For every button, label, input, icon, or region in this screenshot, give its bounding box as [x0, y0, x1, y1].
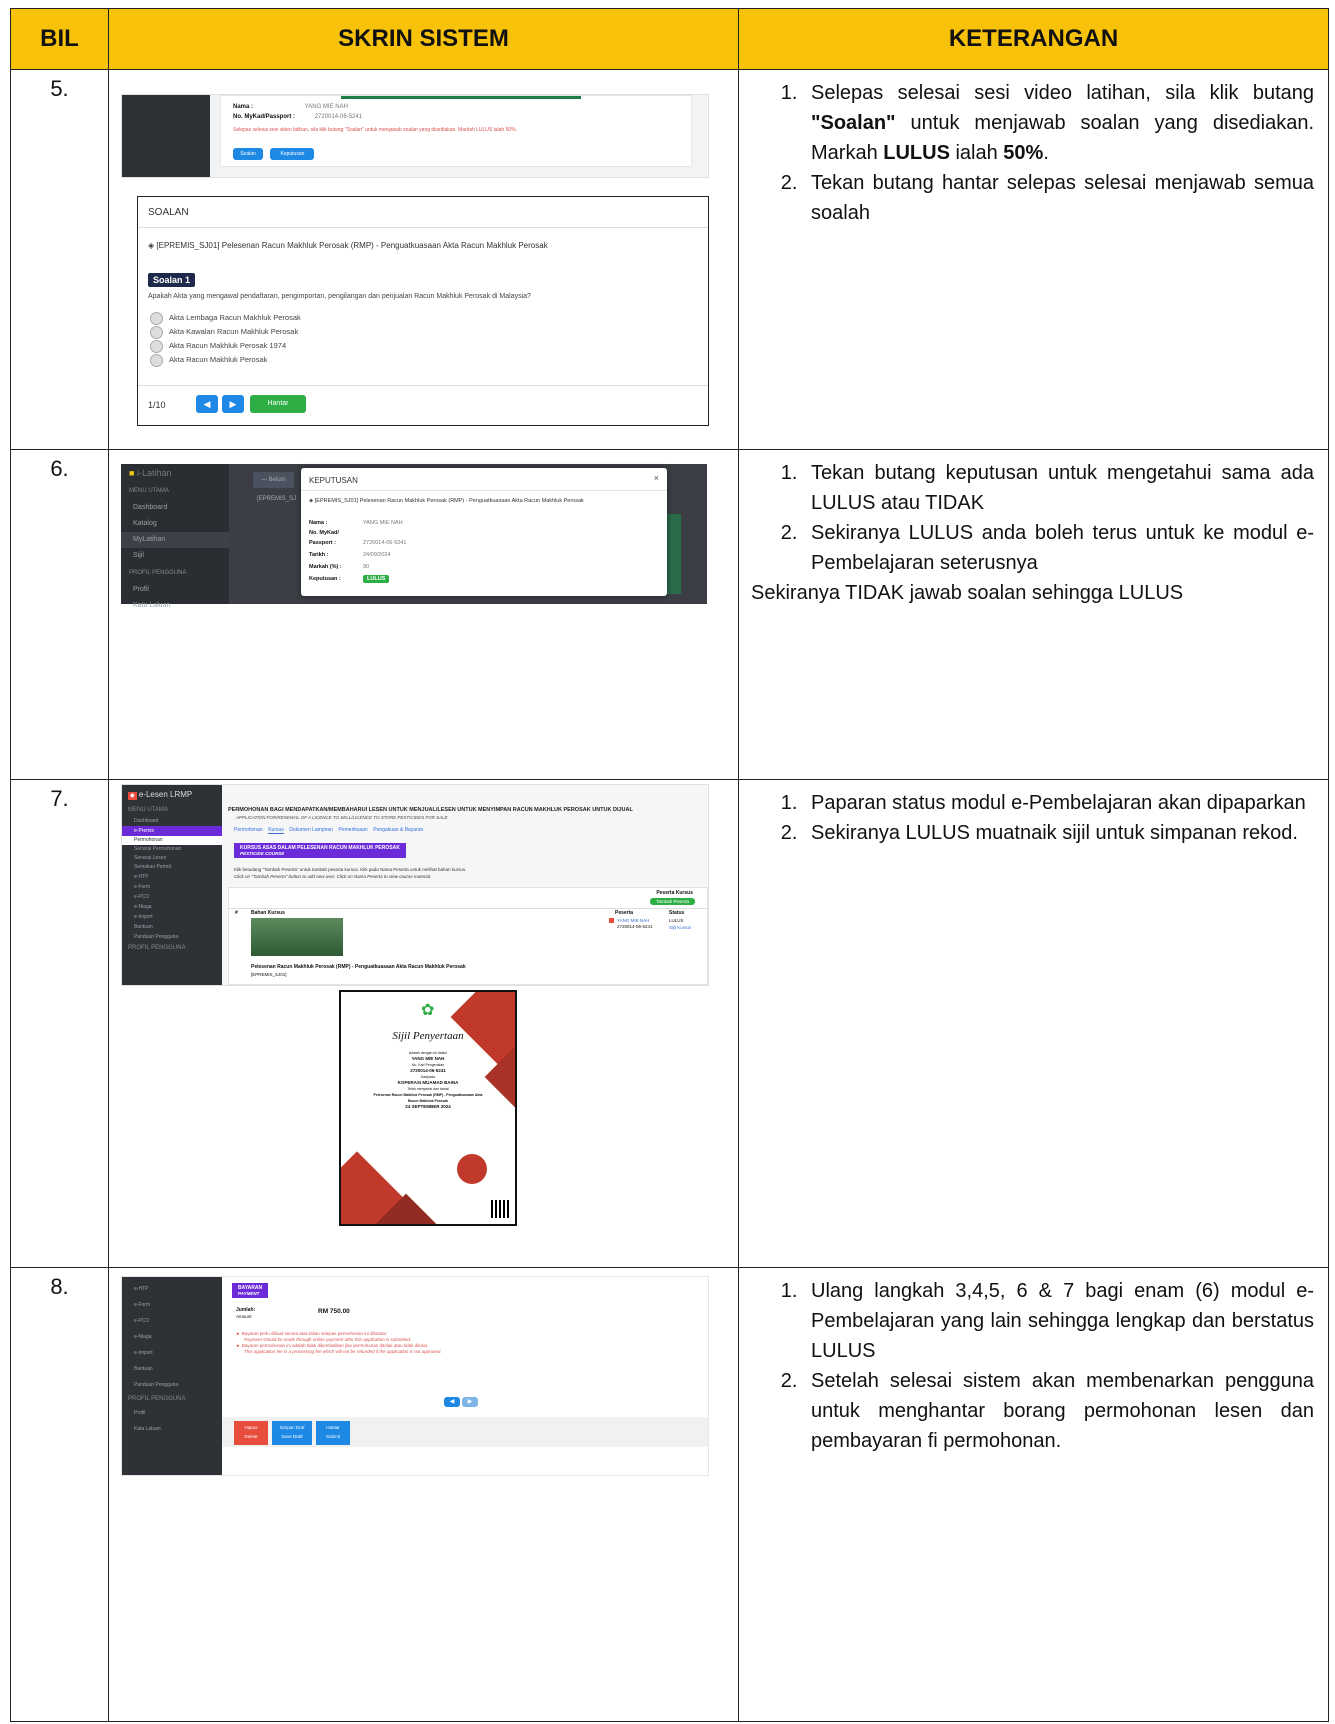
tab-pengakuan[interactable]: Pengakuan & Bayaran	[373, 827, 423, 833]
logo-icon: ■	[129, 468, 135, 478]
certificate-image: ✿ Sijil Penyertaan Adalah dengan ini dia…	[339, 990, 517, 1226]
menu-item[interactable]: Profil	[121, 582, 229, 598]
course-thumbnail[interactable]	[251, 918, 343, 956]
row-6: 6. ■ i-Latihan MENU UTAMA Dashboard Kata…	[10, 449, 1329, 780]
delete-icon[interactable]	[609, 918, 614, 923]
option-radio[interactable]: Akta Racun Makhluk Perosak	[150, 353, 301, 367]
simpan-draf-button[interactable]: Simpan Draf Save Draft	[272, 1421, 312, 1445]
procedure-table: BIL SKRIN SISTEM KETERANGAN 5. Nama : YA…	[10, 8, 1329, 1722]
tag-icon: ◈	[148, 241, 155, 250]
status-badge: LULUS	[363, 575, 390, 583]
step-item: Tekan butang keputusan untuk mengetahui …	[803, 458, 1314, 518]
prev-button[interactable]: ◀	[196, 395, 218, 413]
modal-title: KEPUTUSAN	[309, 476, 358, 485]
step-item: Paparan status modul e-Pembelajaran akan…	[803, 788, 1314, 818]
hantar-button[interactable]: Hantar	[250, 395, 306, 413]
bil-cell: 5.	[10, 69, 109, 450]
keputusan-button[interactable]: Keputusan	[270, 148, 315, 160]
tab-permohonan[interactable]: Permohonan	[234, 827, 263, 833]
course-title: [EPREMIS_SJ01] Pelesenan Racun Makhluk P…	[156, 241, 548, 250]
tab-dokumen[interactable]: Dokumen Lampiran	[289, 827, 333, 833]
radio-icon	[150, 325, 163, 339]
row-7: 7. ◆ e-Lesen LRMP MENU UTAMA Dashboard e…	[10, 779, 1329, 1268]
bil-cell: 6.	[10, 449, 109, 780]
row-8: 8. e-HTP e-Form e-PCO e-Niaga e-Import B…	[10, 1267, 1329, 1722]
tab-pemeriksaan[interactable]: Pemeriksaan	[339, 827, 368, 833]
header-keterangan: KETERANGAN	[738, 8, 1329, 70]
step-item: Selepas selesai sesi video latihan, sila…	[803, 78, 1314, 168]
menu-item[interactable]: Kata Laluan	[121, 598, 229, 614]
sijil-link[interactable]: Sijil Kursus	[669, 925, 691, 930]
options-list: Akta Lembaga Racun Makhluk Perosak Akta …	[150, 311, 301, 367]
keterangan-cell: Selepas selesai sesi video latihan, sila…	[738, 69, 1329, 450]
header-row: BIL SKRIN SISTEM KETERANGAN	[10, 8, 1329, 70]
step-item: Sekiranya LULUS anda boleh terus untuk k…	[803, 518, 1314, 578]
screenshot-cell: ◆ e-Lesen LRMP MENU UTAMA Dashboard e-Pr…	[108, 779, 739, 1268]
hapus-button[interactable]: Hapus Delete	[234, 1421, 268, 1445]
tag-icon: ◈	[309, 498, 314, 504]
hantar-button[interactable]: Hantar Submit	[316, 1421, 350, 1445]
screenshot-keputusan: ■ i-Latihan MENU UTAMA Dashboard Katalog…	[109, 450, 738, 778]
bil-cell: 7.	[10, 779, 109, 1268]
keterangan-cell: Ulang langkah 3,4,5, 6 & 7 bagi enam (6)…	[738, 1267, 1329, 1722]
screenshot-cell: Nama : YANG MIE NAH No. MyKad/Passport :…	[108, 69, 739, 450]
option-radio[interactable]: Akta Lembaga Racun Makhluk Perosak	[150, 311, 301, 325]
chevron-right-icon: ▶	[229, 399, 237, 409]
step-item: Sekiranya LULUS muatnaik sijil untuk sim…	[803, 818, 1314, 848]
next-button[interactable]: ▶	[222, 395, 244, 413]
step-item: Ulang langkah 3,4,5, 6 & 7 bagi enam (6)…	[803, 1276, 1314, 1366]
bil-cell: 8.	[10, 1267, 109, 1722]
menu-item[interactable]: Dashboard	[121, 500, 229, 516]
page-indicator: 1/10	[148, 400, 166, 410]
header-skrin: SKRIN SISTEM	[108, 8, 739, 70]
menu-item[interactable]: Sijil	[121, 548, 229, 564]
next-button[interactable]: ▶	[462, 1397, 478, 1407]
close-icon[interactable]: ×	[654, 473, 659, 483]
option-radio[interactable]: Akta Kawalan Racun Makhluk Perosak	[150, 325, 301, 339]
tambah-peserta-button[interactable]: Tambah Peserta	[650, 898, 695, 905]
keterangan-cell: Tekan butang keputusan untuk mengetahui …	[738, 449, 1329, 780]
logo-icon: ◆	[128, 792, 137, 800]
screenshot-status: ◆ e-Lesen LRMP MENU UTAMA Dashboard e-Pr…	[109, 780, 738, 1266]
notice-text: Selepas selesai sesi video latihan, sila…	[233, 127, 517, 133]
radio-icon	[150, 311, 163, 325]
question-text: Apakah Akta yang mengawal pendaftaran, p…	[148, 293, 531, 300]
radio-icon	[150, 339, 163, 353]
qr-code	[491, 1200, 509, 1218]
amount-value: RM 750.00	[318, 1308, 350, 1315]
logo-icon: ✿	[421, 1002, 435, 1019]
menu-item[interactable]: Katalog	[121, 516, 229, 532]
screenshot-bayaran: e-HTP e-Form e-PCO e-Niaga e-Import Bant…	[109, 1268, 738, 1720]
chevron-left-icon: ◀	[203, 399, 211, 409]
screenshot-soalan: Nama : YANG MIE NAH No. MyKad/Passport :…	[109, 70, 738, 448]
chevron-right-icon: ▶	[467, 1399, 473, 1405]
header-bil: BIL	[10, 8, 109, 70]
soalan-panel: SOALAN ◈ [EPREMIS_SJ01] Pelesenan Racun …	[137, 196, 709, 426]
soalan-button[interactable]: Soalan	[233, 148, 263, 160]
row-5: 5. Nama : YANG MIE NAH No. MyKad/Passpor…	[10, 69, 1329, 450]
soalan-title: SOALAN	[148, 207, 189, 218]
screenshot-cell: ■ i-Latihan MENU UTAMA Dashboard Katalog…	[108, 449, 739, 780]
soalan-badge: Soalan 1	[148, 273, 196, 287]
keputusan-modal: KEPUTUSAN × ◈ [EPREMIS_SJ01] Pelesenan R…	[301, 468, 667, 596]
option-radio[interactable]: Akta Racun Makhluk Perosak 1974	[150, 339, 301, 353]
chevron-left-icon: ◀	[449, 1399, 455, 1405]
screenshot-cell: e-HTP e-Form e-PCO e-Niaga e-Import Bant…	[108, 1267, 739, 1722]
extra-note: Sekiranya TIDAK jawab soalan sehingga LU…	[751, 582, 1184, 604]
tab-kursus[interactable]: Kursus	[268, 827, 284, 834]
radio-icon	[150, 353, 163, 367]
prev-button[interactable]: ◀	[444, 1397, 460, 1407]
menu-item[interactable]: MyLatihan	[121, 532, 229, 548]
step-item: Tekan butang hantar selepas selesai menj…	[803, 168, 1314, 228]
step-item: Setelah selesai sistem akan membenarkan …	[803, 1366, 1314, 1456]
keterangan-cell: Paparan status modul e-Pembelajaran akan…	[738, 779, 1329, 1268]
